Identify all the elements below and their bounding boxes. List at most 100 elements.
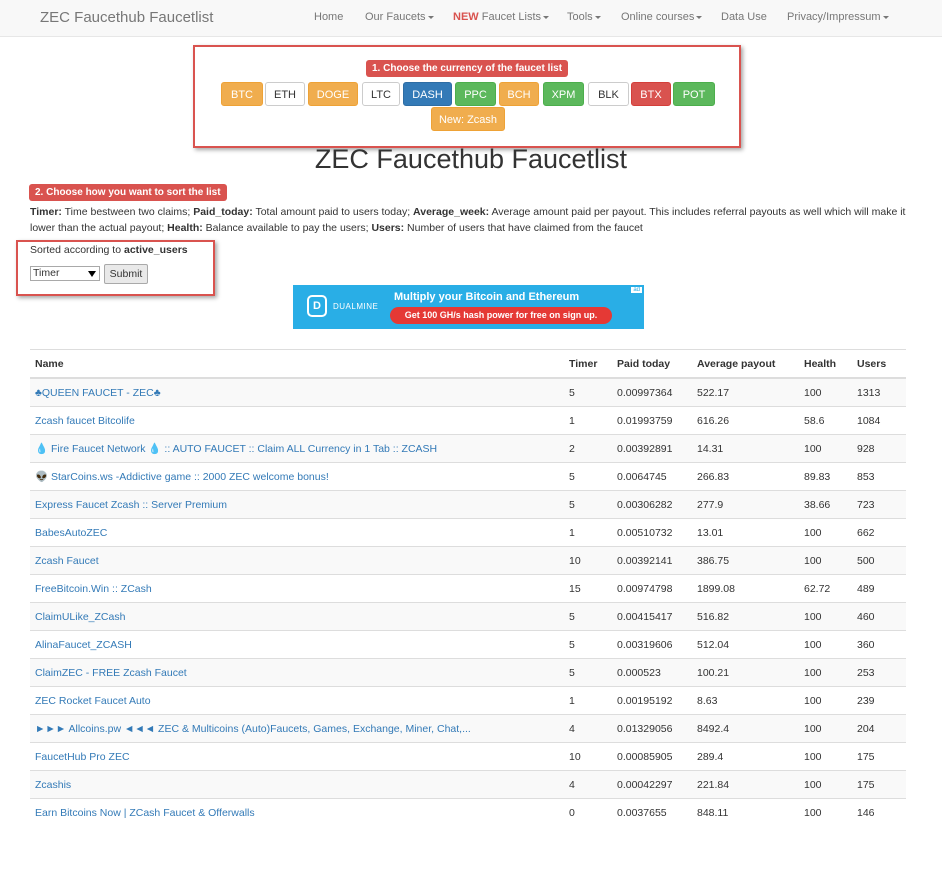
cell-name: 👽 StarCoins.ws -Addictive game :: 2000 Z… bbox=[30, 462, 564, 491]
faucet-link[interactable]: Zcash Faucet bbox=[35, 555, 99, 567]
nav-item-label: Privacy/Impressum bbox=[787, 11, 881, 23]
cell-health: 62.72 bbox=[799, 574, 852, 603]
faucet-link[interactable]: FreeBitcoin.Win :: ZCash bbox=[35, 583, 152, 595]
cell-name: Earn Bitcoins Now | ZCash Faucet & Offer… bbox=[30, 798, 564, 826]
cell-name: ZEC Rocket Faucet Auto bbox=[30, 686, 564, 715]
cell-users: 253 bbox=[852, 658, 906, 687]
col-timer-header[interactable]: Timer bbox=[564, 349, 612, 379]
nav-item-2[interactable]: NEW Faucet Lists bbox=[453, 11, 550, 23]
cell-name: ►►► Allcoins.pw ◄◄◄ ZEC & Multicoins (Au… bbox=[30, 714, 564, 743]
cell-users: 723 bbox=[852, 490, 906, 519]
nav-item-3[interactable]: Tools bbox=[567, 11, 601, 23]
caret-down-icon bbox=[882, 15, 889, 19]
cell-avg: 512.04 bbox=[692, 630, 799, 659]
currency-button-zcash[interactable]: New: Zcash bbox=[431, 107, 505, 131]
currency-button-bch[interactable]: BCH bbox=[499, 82, 539, 106]
cell-timer: 10 bbox=[564, 546, 612, 575]
ad-tag: ad bbox=[631, 287, 642, 293]
cell-timer: 5 bbox=[564, 602, 612, 631]
cell-timer: 5 bbox=[564, 462, 612, 491]
faucet-link[interactable]: ►►► Allcoins.pw ◄◄◄ ZEC & Multicoins (Au… bbox=[35, 723, 471, 735]
legend-description: Number of users that have claimed from t… bbox=[404, 221, 643, 234]
cell-avg: 516.82 bbox=[692, 602, 799, 631]
faucet-link[interactable]: ♣QUEEN FAUCET - ZEC♣ bbox=[35, 387, 161, 399]
currency-button-btc[interactable]: BTC bbox=[221, 82, 263, 106]
sort-select[interactable]: Timer bbox=[30, 266, 100, 281]
col-paid-header[interactable]: Paid today bbox=[612, 349, 692, 379]
caret-down-icon bbox=[696, 15, 703, 19]
cell-users: 1313 bbox=[852, 377, 906, 407]
table-header-row: Name Timer Paid today Average payout Hea… bbox=[30, 349, 906, 379]
cell-name: Zcash faucet Bitcolife bbox=[30, 406, 564, 435]
col-health-header[interactable]: Health bbox=[799, 349, 852, 379]
submit-button[interactable]: Submit bbox=[104, 264, 148, 284]
table-row: Express Faucet Zcash :: Server Premium 5 0… bbox=[30, 490, 906, 519]
nav-item-5[interactable]: Data Use bbox=[721, 11, 767, 23]
cell-avg: 266.83 bbox=[692, 462, 799, 491]
caret-down-icon bbox=[594, 15, 601, 19]
cell-users: 175 bbox=[852, 770, 906, 799]
cell-users: 500 bbox=[852, 546, 906, 575]
ad-banner[interactable]: D DUALMINE Multiply your Bitcoin and Eth… bbox=[293, 285, 644, 329]
faucet-link[interactable]: AlinaFaucet_ZCASH bbox=[35, 639, 132, 651]
cell-avg: 14.31 bbox=[692, 434, 799, 463]
nav-item-label: Tools bbox=[567, 11, 593, 23]
faucet-link[interactable]: ZEC Rocket Faucet Auto bbox=[35, 695, 151, 707]
currency-button-ltc[interactable]: LTC bbox=[362, 82, 400, 106]
faucet-link[interactable]: Express Faucet Zcash :: Server Premium bbox=[35, 499, 227, 511]
table-row: FaucetHub Pro ZEC 10 0.00085905 289.4 100 175 bbox=[30, 742, 906, 771]
faucet-link[interactable]: Zcash faucet Bitcolife bbox=[35, 415, 135, 427]
cell-users: 460 bbox=[852, 602, 906, 631]
nav-item-label: Faucet Lists bbox=[478, 11, 542, 23]
cell-timer: 5 bbox=[564, 490, 612, 519]
cell-name: FaucetHub Pro ZEC bbox=[30, 742, 564, 771]
banner-cta[interactable]: Get 100 GH/s hash power for free on sign… bbox=[390, 307, 612, 324]
legend-term: Health: bbox=[167, 221, 203, 234]
nav-item-label: Our Faucets bbox=[365, 11, 426, 23]
table-row: FreeBitcoin.Win :: ZCash 15 0.00974798 1899… bbox=[30, 574, 906, 603]
cell-health: 100 bbox=[799, 434, 852, 463]
col-name-header[interactable]: Name bbox=[30, 349, 564, 379]
col-users-header[interactable]: Users bbox=[852, 349, 906, 379]
cell-timer: 4 bbox=[564, 770, 612, 799]
navbar: ZEC Faucethub Faucetlist Home Our Faucets… bbox=[0, 0, 942, 37]
cell-name: AlinaFaucet_ZCASH bbox=[30, 630, 564, 659]
caret-down-icon bbox=[543, 15, 550, 19]
currency-button-btx[interactable]: BTX bbox=[631, 82, 671, 106]
nav-item-1[interactable]: Our Faucets bbox=[365, 11, 434, 23]
faucet-link[interactable]: BabesAutoZEC bbox=[35, 527, 107, 539]
cell-health: 100 bbox=[799, 686, 852, 715]
brand-link[interactable]: ZEC Faucethub Faucetlist bbox=[40, 9, 213, 26]
cell-timer: 10 bbox=[564, 742, 612, 771]
nav-item-4[interactable]: Online courses bbox=[621, 11, 703, 23]
currency-button-xpm[interactable]: XPM bbox=[543, 82, 584, 106]
faucet-link[interactable]: FaucetHub Pro ZEC bbox=[35, 751, 130, 763]
faucet-link[interactable]: 👽 StarCoins.ws -Addictive game :: 2000 Z… bbox=[35, 471, 329, 483]
cell-paid: 0.00306282 bbox=[612, 490, 692, 519]
faucet-link[interactable]: Zcashis bbox=[35, 779, 71, 791]
cell-health: 100 bbox=[799, 602, 852, 631]
dropdown-arrow-icon bbox=[88, 271, 96, 277]
currency-button-ppc[interactable]: PPC bbox=[455, 82, 496, 106]
currency-button-blk[interactable]: BLK bbox=[588, 82, 629, 106]
currency-button-pot[interactable]: POT bbox=[673, 82, 715, 106]
nav-item-6[interactable]: Privacy/Impressum bbox=[787, 11, 889, 23]
cell-paid: 0.00195192 bbox=[612, 686, 692, 715]
faucet-link[interactable]: Earn Bitcoins Now | ZCash Faucet & Offer… bbox=[35, 807, 255, 819]
currency-button-dash[interactable]: DASH bbox=[403, 82, 452, 106]
faucet-link[interactable]: 💧 Fire Faucet Network 💧 :: AUTO FAUCET :… bbox=[35, 443, 437, 455]
cell-paid: 0.01993759 bbox=[612, 406, 692, 435]
cell-name: 💧 Fire Faucet Network 💧 :: AUTO FAUCET :… bbox=[30, 434, 564, 463]
nav-item-0[interactable]: Home bbox=[314, 11, 343, 23]
currency-button-doge[interactable]: DOGE bbox=[308, 82, 358, 106]
cell-paid: 0.0037655 bbox=[612, 798, 692, 826]
faucet-link[interactable]: ClaimZEC - FREE Zcash Faucet bbox=[35, 667, 187, 679]
faucet-link[interactable]: ClaimULike_ZCash bbox=[35, 611, 125, 623]
table-row: AlinaFaucet_ZCASH 5 0.00319606 512.04 100 360 bbox=[30, 630, 906, 659]
col-avg-header[interactable]: Average payout bbox=[692, 349, 799, 379]
currency-button-eth[interactable]: ETH bbox=[265, 82, 305, 106]
table-row: Zcash Faucet 10 0.00392141 386.75 100 500 bbox=[30, 546, 906, 575]
cell-paid: 0.00319606 bbox=[612, 630, 692, 659]
cell-paid: 0.00085905 bbox=[612, 742, 692, 771]
cell-timer: 1 bbox=[564, 406, 612, 435]
